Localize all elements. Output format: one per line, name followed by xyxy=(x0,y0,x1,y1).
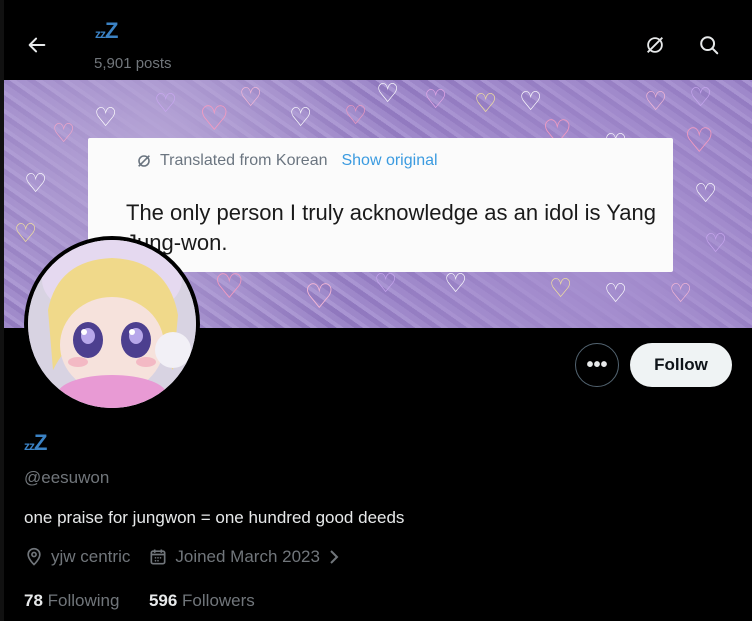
circle-slash-icon xyxy=(647,37,663,53)
heart-icon: ♡ xyxy=(289,102,313,132)
heart-icon: ♡ xyxy=(474,88,498,118)
following-link[interactable]: 78 Following xyxy=(24,591,119,610)
join-date[interactable]: Joined March 2023 xyxy=(148,547,341,567)
heart-icon: ♡ xyxy=(52,118,76,148)
filter-button[interactable] xyxy=(638,28,672,62)
calendar-icon xyxy=(150,549,166,565)
avatar-illustration xyxy=(28,240,196,408)
search-icon xyxy=(700,36,719,55)
heart-icon: ♡ xyxy=(424,84,448,114)
avatar[interactable] xyxy=(24,236,200,412)
followers-count: 596 xyxy=(148,591,178,610)
heart-icon: ♡ xyxy=(199,100,230,138)
circle-slash-icon xyxy=(138,155,150,167)
heart-icon: ♡ xyxy=(94,102,118,132)
heart-icon: ♡ xyxy=(214,268,245,306)
heart-icon: ♡ xyxy=(644,86,668,116)
heart-icon: ♡ xyxy=(704,228,728,258)
heart-icon: ♡ xyxy=(444,268,468,298)
more-options-button[interactable]: ••• xyxy=(575,343,619,387)
display-name: zzZ xyxy=(24,430,47,455)
location-pin-icon xyxy=(27,547,41,566)
translated-label: Translated from Korean xyxy=(160,152,328,169)
following-label: Following xyxy=(47,591,120,610)
heart-icon: ♡ xyxy=(689,82,713,112)
posts-count: 5,901 posts xyxy=(94,55,172,72)
bio-text: one praise for jungwon = one hundred goo… xyxy=(24,508,405,527)
heart-icon: ♡ xyxy=(304,278,335,316)
join-date-text: Joined March 2023 xyxy=(175,547,320,566)
heart-icon: ♡ xyxy=(694,178,718,208)
heart-icon: ♡ xyxy=(684,122,715,160)
heart-icon: ♡ xyxy=(376,80,400,108)
followers-link[interactable]: 596 Followers xyxy=(149,591,255,610)
location-text: yjw centric xyxy=(51,547,131,566)
heart-icon: ♡ xyxy=(519,86,543,116)
heart-icon: ♡ xyxy=(154,88,178,118)
translated-post-card: Translated from Korean Show original The… xyxy=(88,138,673,272)
followers-label: Followers xyxy=(182,591,255,610)
arrow-left-icon xyxy=(28,37,46,53)
heart-icon: ♡ xyxy=(14,218,38,248)
show-original-link: Show original xyxy=(341,152,438,169)
chevron-right-icon xyxy=(330,550,339,564)
heart-icon: ♡ xyxy=(669,278,693,308)
top-bar: zzZ 5,901 posts xyxy=(0,0,752,80)
profile-title: zzZ xyxy=(95,18,118,43)
avatar-image xyxy=(28,240,196,408)
heart-icon: ♡ xyxy=(344,100,368,130)
heart-icon: ♡ xyxy=(549,273,573,303)
heart-icon: ♡ xyxy=(374,268,398,298)
search-button[interactable] xyxy=(692,28,726,62)
location: yjw centric xyxy=(24,547,130,567)
user-handle: @eesuwon xyxy=(24,468,110,487)
heart-icon: ♡ xyxy=(24,168,48,198)
follow-stats: 78 Following 596 Followers xyxy=(24,591,255,611)
heart-icon: ♡ xyxy=(604,278,628,308)
following-count: 78 xyxy=(24,591,43,610)
heart-icon: ♡ xyxy=(239,82,263,112)
profile-meta: yjw centric Joined March 2023 xyxy=(24,547,359,567)
follow-button[interactable]: Follow xyxy=(630,343,732,387)
translation-note: Translated from Korean Show original xyxy=(136,152,438,170)
quote-text: The only person I truly acknowledge as a… xyxy=(126,200,656,255)
back-button[interactable] xyxy=(20,28,54,62)
